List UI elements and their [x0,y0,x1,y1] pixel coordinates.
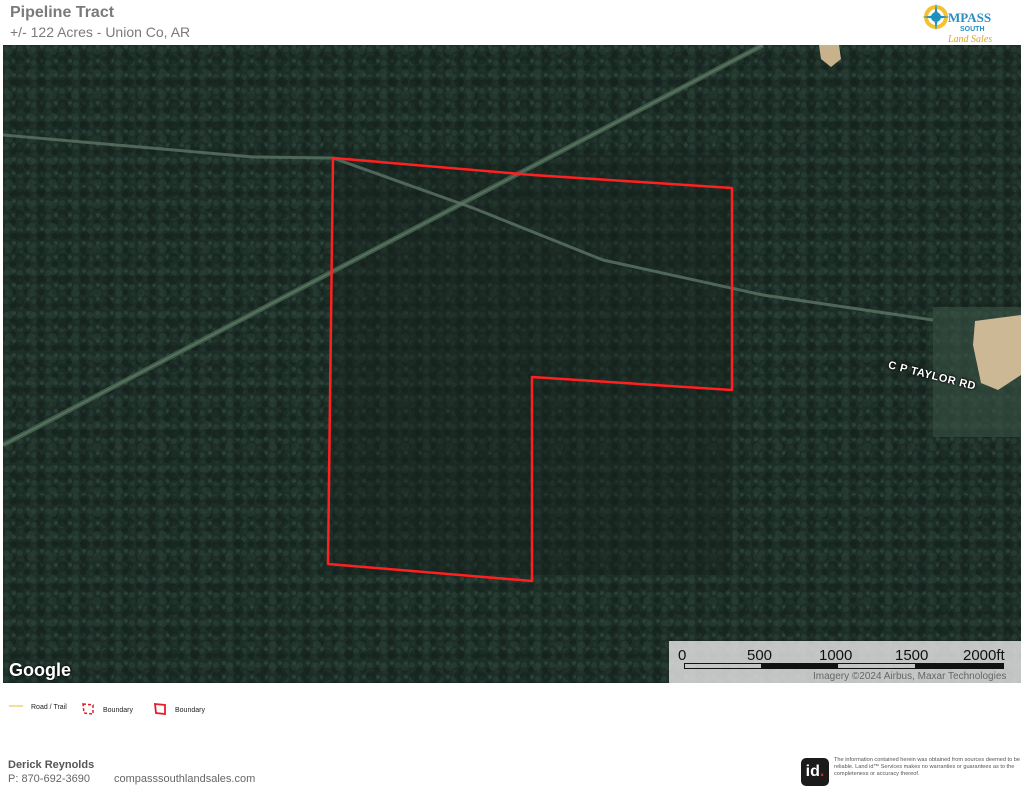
compass-south-logo: MPASS SOUTH Land Sales [918,2,1020,45]
legend-item-boundary-dashed: Boundary [81,703,133,717]
imagery-credit: Imagery ©2024 Airbus, Maxar Technologies [813,671,1007,682]
legend-item-boundary-solid: Boundary [153,702,205,717]
scale-label: 500 [747,647,773,664]
boundary-dashed-icon [81,703,95,717]
agent-phone[interactable]: P: 870-692-3690 [8,773,90,785]
scale-label: 0 [678,647,687,664]
svg-text:MPASS: MPASS [948,10,991,25]
legend-label: Road / Trail [31,703,67,711]
land-id-logo: id. [801,758,829,786]
scale-label: 1500 [895,647,929,664]
legend-item-road: Road / Trail [9,703,67,711]
svg-text:SOUTH: SOUTH [960,26,985,33]
legend-label: Boundary [103,706,133,714]
scale-label: 1000 [819,647,853,664]
scale-bar-graphic [684,663,1004,669]
boundary-solid-icon [153,702,167,717]
agent-name: Derick Reynolds [8,759,95,771]
page-subtitle: +/- 122 Acres - Union Co, AR [10,24,191,40]
website-link[interactable]: compasssouthlandsales.com [114,773,255,785]
road-line-icon [9,703,23,711]
satellite-map[interactable]: C P TAYLOR RD Google 0 500 1000 1500 200… [3,45,1021,683]
google-watermark: Google [9,660,71,680]
svg-text:Land Sales: Land Sales [947,34,992,44]
scale-label: 2000ft [963,647,1005,664]
disclaimer-text: The information contained herein was obt… [834,757,1020,777]
legend-label: Boundary [175,706,205,714]
page-title: Pipeline Tract [10,4,115,21]
